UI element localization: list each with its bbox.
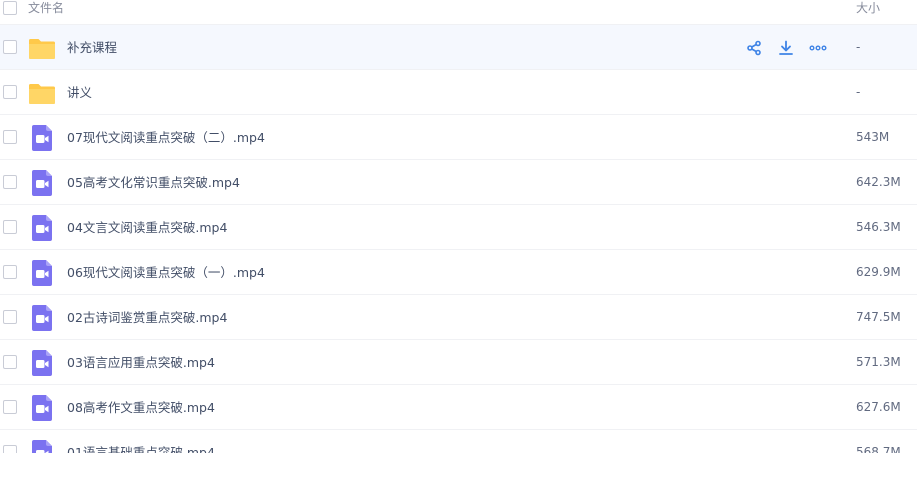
file-size: 568.7M: [856, 445, 901, 453]
file-size: 627.6M: [856, 400, 901, 414]
file-list-page: 文件名 大小 补充课程 - 讲义 - 07现代文阅读重点突破（二）.mp4 543M…: [0, 0, 917, 478]
file-size: 747.5M: [856, 310, 901, 324]
row-checkbox[interactable]: [3, 40, 17, 54]
file-row[interactable]: 04文言文阅读重点突破.mp4 546.3M: [0, 205, 917, 250]
file-row[interactable]: 01语言基础重点突破.mp4 568.7M: [0, 430, 917, 453]
video-file-icon: [28, 349, 56, 377]
row-checkbox[interactable]: [3, 220, 17, 234]
download-icon[interactable]: [776, 38, 796, 58]
row-checkbox[interactable]: [3, 175, 17, 189]
file-name[interactable]: 02古诗词鉴赏重点突破.mp4: [67, 295, 227, 340]
row-checkbox[interactable]: [3, 130, 17, 144]
row-checkbox[interactable]: [3, 400, 17, 414]
video-file-icon: [28, 304, 56, 332]
list-bottom-edge: [0, 453, 917, 478]
folder-row[interactable]: 补充课程 -: [0, 25, 917, 70]
row-checkbox[interactable]: [3, 445, 17, 453]
video-file-icon: [28, 394, 56, 422]
file-name[interactable]: 04文言文阅读重点突破.mp4: [67, 205, 227, 250]
file-name[interactable]: 01语言基础重点突破.mp4: [67, 430, 215, 453]
file-name[interactable]: 补充课程: [67, 25, 117, 70]
file-row[interactable]: 07现代文阅读重点突破（二）.mp4 543M: [0, 115, 917, 160]
file-size: 543M: [856, 130, 890, 144]
file-name[interactable]: 03语言应用重点突破.mp4: [67, 340, 215, 385]
file-size: -: [856, 40, 861, 54]
folder-icon: [28, 79, 56, 107]
video-file-icon: [28, 214, 56, 242]
file-row[interactable]: 05高考文化常识重点突破.mp4 642.3M: [0, 160, 917, 205]
folder-row[interactable]: 讲义 -: [0, 70, 917, 115]
file-row[interactable]: 08高考作文重点突破.mp4 627.6M: [0, 385, 917, 430]
video-file-icon: [28, 439, 56, 453]
file-size: 571.3M: [856, 355, 901, 369]
file-name[interactable]: 讲义: [67, 70, 92, 115]
video-file-icon: [28, 124, 56, 152]
video-file-icon: [28, 169, 56, 197]
file-size: -: [856, 85, 861, 99]
file-row[interactable]: 02古诗词鉴赏重点突破.mp4 747.5M: [0, 295, 917, 340]
file-name[interactable]: 08高考作文重点突破.mp4: [67, 385, 215, 430]
share-icon[interactable]: [744, 38, 764, 58]
row-actions: [744, 37, 828, 59]
file-list: 补充课程 - 讲义 - 07现代文阅读重点突破（二）.mp4 543M 05高考文化…: [0, 25, 917, 453]
folder-icon: [28, 34, 56, 62]
video-file-icon: [28, 259, 56, 287]
column-header-name[interactable]: 文件名: [28, 0, 64, 17]
file-row[interactable]: 03语言应用重点突破.mp4 571.3M: [0, 340, 917, 385]
select-all-checkbox[interactable]: [3, 1, 17, 15]
file-size: 629.9M: [856, 265, 901, 279]
file-name[interactable]: 07现代文阅读重点突破（二）.mp4: [67, 115, 265, 160]
column-header-size[interactable]: 大小: [856, 0, 880, 17]
file-name[interactable]: 06现代文阅读重点突破（一）.mp4: [67, 250, 265, 295]
row-checkbox[interactable]: [3, 85, 17, 99]
file-name[interactable]: 05高考文化常识重点突破.mp4: [67, 160, 240, 205]
row-checkbox[interactable]: [3, 355, 17, 369]
file-size: 642.3M: [856, 175, 901, 189]
file-row[interactable]: 06现代文阅读重点突破（一）.mp4 629.9M: [0, 250, 917, 295]
list-header: 文件名 大小: [0, 0, 917, 25]
row-checkbox[interactable]: [3, 265, 17, 279]
file-size: 546.3M: [856, 220, 901, 234]
more-icon[interactable]: [808, 38, 828, 58]
row-checkbox[interactable]: [3, 310, 17, 324]
